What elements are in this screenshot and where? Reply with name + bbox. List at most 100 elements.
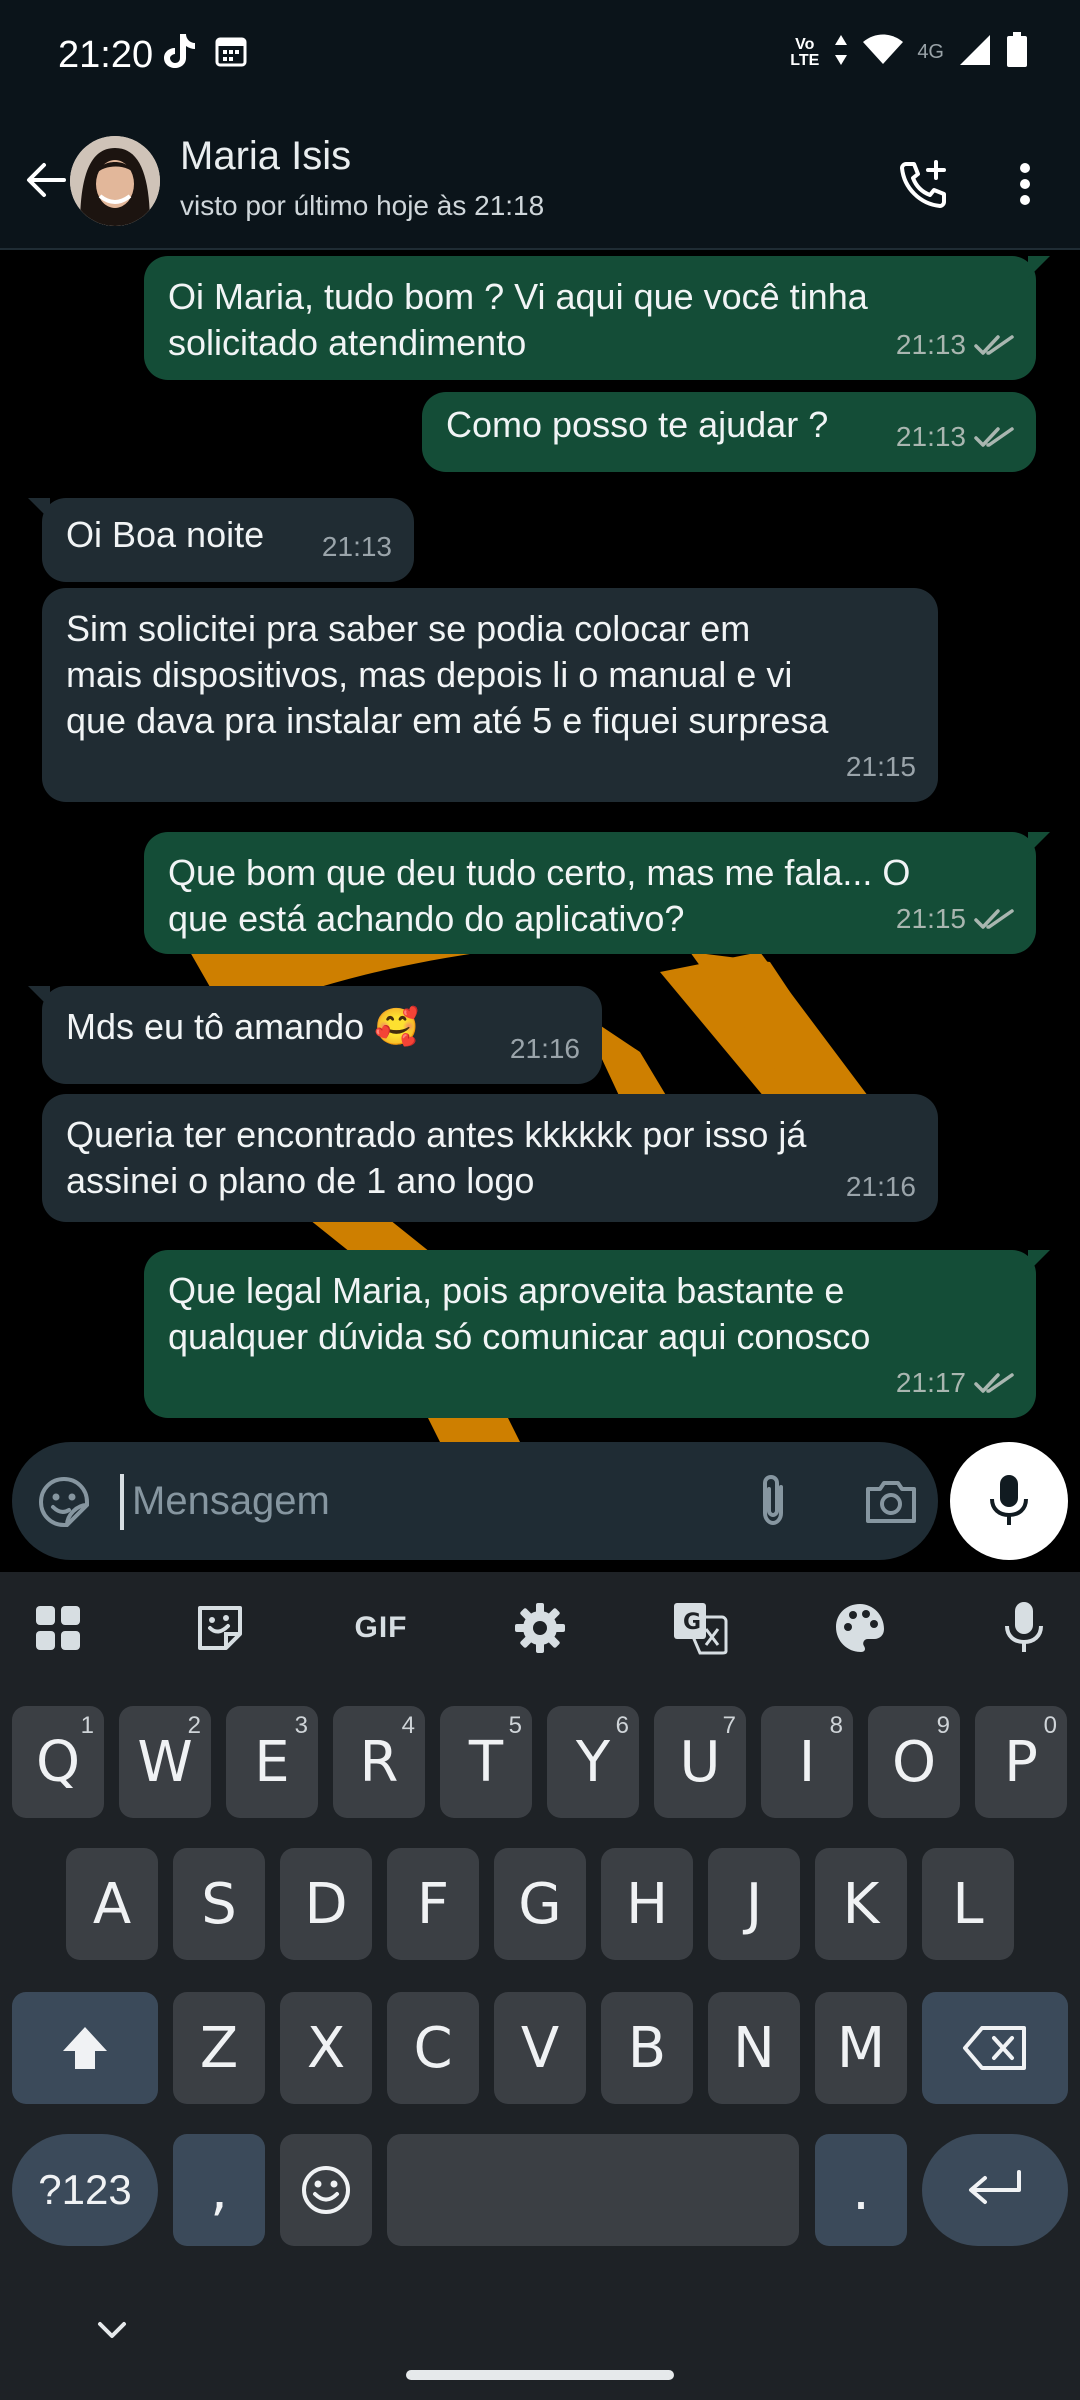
message-bubble-incoming[interactable]: Mds eu tô amando 🥰 21:16 — [28, 986, 602, 1084]
chat-header: Maria Isis visto por último hoje às 21:1… — [0, 110, 1080, 250]
double-check-icon — [974, 1373, 1014, 1393]
key-x[interactable]: X — [280, 1992, 372, 2104]
apps-grid-icon[interactable] — [28, 1598, 88, 1658]
navigation-handle[interactable] — [406, 2370, 674, 2380]
message-text: Sim solicitei pra saber se podia colocar… — [66, 608, 829, 741]
message-bubble-incoming[interactable]: Oi Boa noite 21:13 — [28, 498, 414, 582]
key-z[interactable]: Z — [173, 1992, 265, 2104]
message-bubble-outgoing[interactable]: Como posso te ajudar ? 21:13 — [422, 392, 1036, 472]
message-time: 21:13 — [895, 329, 966, 360]
symbols-key[interactable]: ?123 — [12, 2134, 158, 2246]
message-composer — [12, 1442, 938, 1560]
key-a[interactable]: A — [66, 1848, 158, 1960]
attach-icon — [763, 1474, 783, 1526]
key-g[interactable]: G — [494, 1848, 586, 1960]
emoji-key[interactable] — [280, 2134, 372, 2246]
emoji-button[interactable] — [34, 1472, 94, 1532]
add-call-icon — [900, 160, 946, 208]
data-arrows-icon — [833, 33, 849, 72]
emoji-key-icon — [302, 2166, 350, 2214]
add-call-button[interactable] — [888, 148, 960, 220]
tiktok-icon — [162, 32, 196, 75]
key-w[interactable]: W2 — [119, 1706, 211, 1818]
gif-icon[interactable]: GIF — [346, 1598, 416, 1658]
key-d[interactable]: D — [280, 1848, 372, 1960]
translate-icon[interactable]: G — [670, 1598, 730, 1658]
key-c[interactable]: C — [387, 1992, 479, 2104]
message-time: 21:13 — [895, 421, 966, 452]
key-r[interactable]: R4 — [333, 1706, 425, 1818]
volte-indicator: Vo LTE — [790, 35, 820, 69]
enter-key[interactable] — [922, 2134, 1068, 2246]
message-bubble-outgoing[interactable]: Oi Maria, tudo bom ? Vi aqui que você ti… — [144, 256, 1050, 380]
key-m[interactable]: M — [815, 1992, 907, 2104]
back-button[interactable] — [18, 152, 74, 208]
key-e[interactable]: E3 — [226, 1706, 318, 1818]
message-time: 21:15 — [845, 751, 916, 782]
key-t[interactable]: T5 — [440, 1706, 532, 1818]
shift-icon — [63, 2027, 107, 2069]
key-j[interactable]: J — [708, 1848, 800, 1960]
keyboard-toolbar: GIF G — [0, 1572, 1080, 1682]
key-l[interactable]: L — [922, 1848, 1014, 1960]
status-bar: 21:20 Vo LTE 4G — [0, 0, 1080, 110]
attach-button[interactable] — [742, 1470, 804, 1532]
key-o[interactable]: O9 — [868, 1706, 960, 1818]
battery-icon — [1006, 32, 1028, 73]
wifi-icon — [863, 34, 904, 71]
key-v[interactable]: V — [494, 1992, 586, 2104]
contact-name[interactable]: Maria Isis — [180, 134, 351, 179]
space-key[interactable] — [387, 2134, 799, 2246]
comma-key[interactable]: , — [173, 2134, 265, 2246]
palette-icon[interactable] — [830, 1598, 890, 1658]
message-input[interactable] — [132, 1468, 692, 1534]
chat-area[interactable]: Oi Maria, tudo bom ? Vi aqui que você ti… — [0, 252, 1080, 1442]
chevron-down-icon — [98, 2322, 126, 2338]
key-n[interactable]: N — [708, 1992, 800, 2104]
message-bubble-incoming[interactable]: Sim solicitei pra saber se podia colocar… — [42, 588, 938, 802]
shift-key[interactable] — [12, 1992, 158, 2104]
key-s[interactable]: S — [173, 1848, 265, 1960]
voice-icon[interactable] — [994, 1598, 1054, 1658]
settings-icon[interactable] — [510, 1598, 570, 1658]
message-bubble-outgoing[interactable]: Que bom que deu tudo certo, mas me fala.… — [144, 832, 1050, 954]
signal-icon — [958, 33, 992, 72]
key-u[interactable]: U7 — [654, 1706, 746, 1818]
double-check-icon — [974, 909, 1014, 929]
key-p[interactable]: P0 — [975, 1706, 1067, 1818]
key-y[interactable]: Y6 — [547, 1706, 639, 1818]
last-seen-status: visto por último hoje às 21:18 — [180, 190, 545, 221]
key-h[interactable]: H — [601, 1848, 693, 1960]
message-text: Que bom que deu tudo certo, mas me fala.… — [168, 852, 911, 939]
avatar[interactable] — [70, 136, 160, 226]
double-check-icon — [974, 427, 1014, 447]
key-i[interactable]: I8 — [761, 1706, 853, 1818]
key-b[interactable]: B — [601, 1992, 693, 2104]
key-f[interactable]: F — [387, 1848, 479, 1960]
message-time: 21:16 — [845, 1171, 916, 1202]
backspace-icon — [963, 2026, 1026, 2070]
keyboard: GIF G Q1 W2 E3 R4 T5 Y6 U7 I8 O9 P0 A S … — [0, 1572, 1080, 2400]
more-options-button[interactable] — [1000, 148, 1050, 220]
key-k[interactable]: K — [815, 1848, 907, 1960]
hide-keyboard-button[interactable] — [92, 2310, 132, 2350]
key-q[interactable]: Q1 — [12, 1706, 104, 1818]
text-caret — [120, 1474, 124, 1530]
message-bubble-outgoing[interactable]: Que legal Maria, pois aproveita bastante… — [144, 1250, 1050, 1418]
message-text: Que legal Maria, pois aproveita bastante… — [168, 1270, 871, 1357]
voice-message-button[interactable] — [950, 1442, 1068, 1560]
backspace-key[interactable] — [922, 1992, 1068, 2104]
message-time: 21:17 — [895, 1367, 966, 1398]
message-time: 21:15 — [895, 903, 966, 934]
message-text: Mds eu tô amando 🥰 — [66, 1006, 420, 1047]
message-bubble-incoming[interactable]: Queria ter encontrado antes kkkkkk por i… — [42, 1094, 938, 1222]
camera-button[interactable] — [860, 1470, 922, 1532]
message-text: Oi Maria, tudo bom ? Vi aqui que você ti… — [168, 276, 868, 363]
period-key[interactable]: . — [815, 2134, 907, 2246]
sticker-icon[interactable] — [190, 1598, 250, 1658]
back-arrow-icon — [27, 163, 66, 197]
status-time: 21:20 — [58, 34, 154, 76]
more-vert-icon — [1020, 163, 1030, 205]
double-check-icon — [974, 335, 1014, 355]
camera-icon — [866, 1481, 916, 1523]
